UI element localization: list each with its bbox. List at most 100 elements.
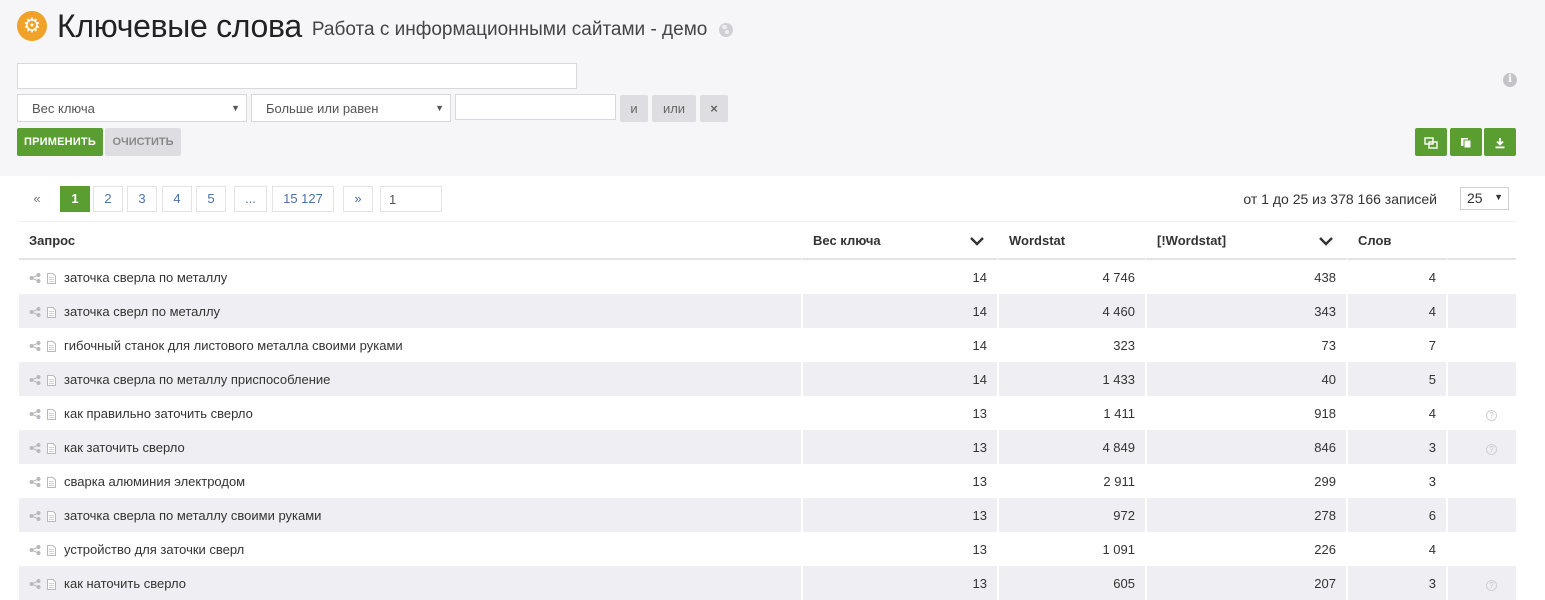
- share-icon[interactable]: [29, 443, 41, 454]
- share-icon[interactable]: [29, 579, 41, 590]
- table-row[interactable]: как заточить сверло 13 4 849 846 3?: [19, 430, 1516, 464]
- share-icon[interactable]: [29, 477, 41, 488]
- query-cell: устройство для заточки сверл: [19, 532, 801, 566]
- next-page-button[interactable]: »: [343, 186, 373, 212]
- column-header-query[interactable]: Запрос: [19, 221, 801, 260]
- document-icon[interactable]: [47, 374, 56, 386]
- copy-button[interactable]: [1450, 128, 1482, 156]
- exact-wordstat-cell: 918: [1145, 396, 1346, 430]
- page-size-select[interactable]: 25 ▼: [1460, 187, 1509, 210]
- document-icon[interactable]: [47, 510, 56, 522]
- table-row[interactable]: заточка сверл по металлу 14 4 460 343 4: [19, 294, 1516, 328]
- or-button[interactable]: или: [652, 95, 696, 122]
- words-cell: 4: [1346, 260, 1446, 294]
- column-header-exact-wordstat[interactable]: [!Wordstat]: [1145, 221, 1346, 260]
- sort-chevron-icon[interactable]: [969, 233, 985, 249]
- document-icon[interactable]: [47, 272, 56, 284]
- copy-icon: [1461, 137, 1472, 149]
- weight-cell: 13: [801, 430, 997, 464]
- document-icon[interactable]: [47, 544, 56, 556]
- document-icon[interactable]: [47, 306, 56, 318]
- help-icon[interactable]: ?: [1486, 443, 1497, 455]
- page-size-value: 25: [1467, 190, 1483, 206]
- column-header-weight[interactable]: Вес ключа: [801, 221, 997, 260]
- project-name: Работа с информационными сайтами - демо: [311, 19, 708, 40]
- query-cell: как правильно заточить сверло: [19, 396, 801, 430]
- and-button[interactable]: и: [620, 95, 648, 122]
- table-row[interactable]: как наточить сверло 13 605 207 3?: [19, 566, 1516, 600]
- weight-cell: 14: [801, 328, 997, 362]
- query-text[interactable]: заточка сверл по металлу: [64, 304, 220, 319]
- sort-chevron-icon[interactable]: [1318, 233, 1334, 249]
- table-row[interactable]: заточка сверла по металлу 14 4 746 438 4: [19, 260, 1516, 294]
- query-text[interactable]: как заточить сверло: [64, 440, 185, 455]
- share-icon[interactable]: [29, 375, 41, 386]
- document-icon[interactable]: [47, 408, 56, 420]
- filter-value-input[interactable]: [455, 94, 616, 120]
- help-icon[interactable]: ?: [1486, 579, 1497, 591]
- share-icon[interactable]: [29, 273, 41, 284]
- table-row[interactable]: как правильно заточить сверло 13 1 411 918 4…: [19, 396, 1516, 430]
- page-button[interactable]: 4: [162, 186, 192, 212]
- remove-condition-button[interactable]: ×: [700, 95, 728, 122]
- page-button-last[interactable]: 15 127: [272, 186, 334, 212]
- extra-cell: [1446, 294, 1516, 328]
- clear-button[interactable]: ОЧИСТИТЬ: [105, 128, 181, 156]
- prev-page-button[interactable]: «: [22, 186, 52, 212]
- columns-button[interactable]: [1415, 128, 1447, 156]
- document-icon[interactable]: [47, 442, 56, 454]
- share-icon[interactable]: [29, 511, 41, 522]
- extra-cell: [1446, 362, 1516, 396]
- page-button[interactable]: 3: [127, 186, 157, 212]
- query-text[interactable]: гибочный станок для листового металла св…: [64, 338, 403, 353]
- page-button[interactable]: 1: [60, 186, 90, 212]
- globe-icon[interactable]: [719, 23, 734, 37]
- document-icon[interactable]: [47, 340, 56, 352]
- column-header-wordstat[interactable]: Wordstat: [997, 221, 1145, 260]
- info-icon[interactable]: i: [1503, 73, 1517, 87]
- share-icon[interactable]: [29, 307, 41, 318]
- wordstat-cell: 1 091: [997, 532, 1145, 566]
- field-select[interactable]: Вес ключа ▼: [17, 94, 247, 122]
- share-icon[interactable]: [29, 545, 41, 556]
- extra-cell: [1446, 532, 1516, 566]
- download-button[interactable]: [1484, 128, 1516, 156]
- table-row[interactable]: сварка алюминия электродом 13 2 911 299 3: [19, 464, 1516, 498]
- table-row[interactable]: гибочный станок для листового металла св…: [19, 328, 1516, 362]
- query-text[interactable]: устройство для заточки сверл: [64, 542, 244, 557]
- records-info: от 1 до 25 из 378 166 записей: [1243, 191, 1437, 207]
- table-row[interactable]: заточка сверла по металлу приспособление…: [19, 362, 1516, 396]
- query-cell: гибочный станок для листового металла св…: [19, 328, 801, 362]
- table-row[interactable]: заточка сверла по металлу своими руками 1…: [19, 498, 1516, 532]
- extra-cell: [1446, 498, 1516, 532]
- query-text[interactable]: как наточить сверло: [64, 576, 186, 591]
- query-text[interactable]: сварка алюминия электродом: [64, 474, 245, 489]
- document-icon[interactable]: [47, 578, 56, 590]
- document-icon[interactable]: [47, 476, 56, 488]
- query-text[interactable]: заточка сверла по металлу своими руками: [64, 508, 321, 523]
- table-row[interactable]: устройство для заточки сверл 13 1 091 226 4: [19, 532, 1516, 566]
- words-cell: 4: [1346, 396, 1446, 430]
- words-cell: 4: [1346, 532, 1446, 566]
- wordstat-cell: 605: [997, 566, 1145, 600]
- share-icon[interactable]: [29, 409, 41, 420]
- share-icon[interactable]: [29, 341, 41, 352]
- query-text[interactable]: как правильно заточить сверло: [64, 406, 253, 421]
- chevron-down-icon: ▼: [231, 103, 240, 113]
- help-icon[interactable]: ?: [1486, 409, 1497, 421]
- weight-cell: 13: [801, 396, 997, 430]
- operator-select[interactable]: Больше или равен ▼: [251, 94, 451, 122]
- words-cell: 4: [1346, 294, 1446, 328]
- goto-page-input[interactable]: [380, 186, 442, 212]
- chevron-down-icon: ▼: [1494, 192, 1503, 202]
- query-text[interactable]: заточка сверла по металлу: [64, 270, 227, 285]
- page-button[interactable]: 5: [196, 186, 226, 212]
- words-cell: 3: [1346, 464, 1446, 498]
- gear-icon[interactable]: ⚙: [17, 11, 47, 41]
- apply-button[interactable]: ПРИМЕНИТЬ: [17, 128, 103, 156]
- search-input[interactable]: [17, 63, 577, 89]
- column-header-words[interactable]: Слов: [1346, 221, 1446, 260]
- query-text[interactable]: заточка сверла по металлу приспособление: [64, 372, 330, 387]
- exact-wordstat-cell: 846: [1145, 430, 1346, 464]
- page-button[interactable]: 2: [93, 186, 123, 212]
